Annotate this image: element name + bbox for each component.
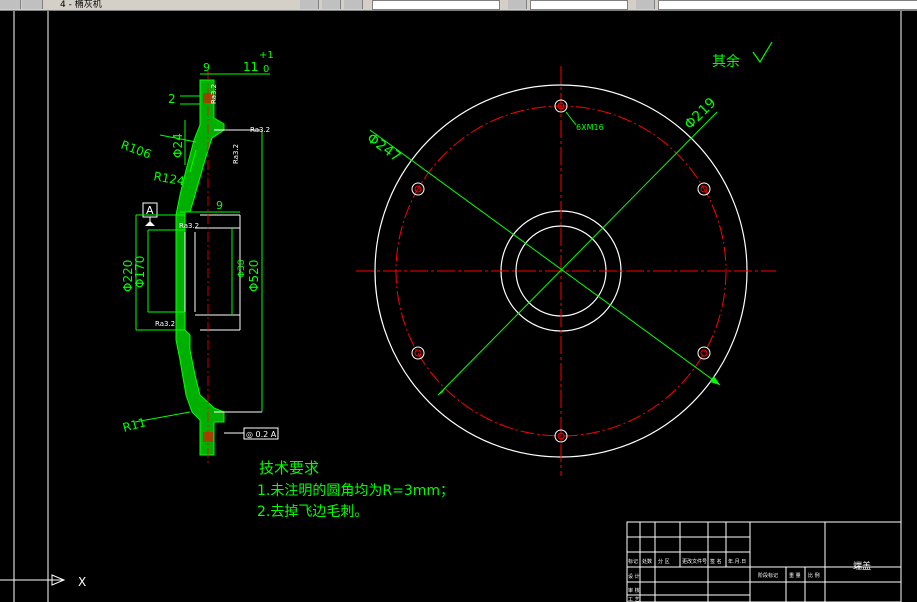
ucs-icon: X [0, 574, 86, 589]
dim-d170: Φ170 [133, 256, 147, 288]
save-icon[interactable] [0, 0, 21, 9]
tb-review: 审 核 [628, 587, 640, 594]
properties-icon[interactable] [322, 0, 341, 9]
drawing-canvas[interactable]: 9 11 +1 0 2 R106 R124 Φ24 A 9 Φ220 Φ170 … [0, 11, 917, 602]
layer-icon[interactable] [300, 0, 319, 9]
dim-web: 9 [216, 199, 223, 212]
toolbar: 4 - 椭灰机 [0, 0, 917, 11]
drawing-title: 4 - 椭灰机 [60, 0, 102, 10]
dim-holes: 6XM16 [576, 123, 604, 132]
tb-part-name: 端盖 [853, 560, 871, 572]
dim-d-small: Φ38 [237, 259, 247, 278]
dim-r11: R11 [121, 415, 147, 435]
front-view: Φ247 Φ219 6XM16 [356, 66, 776, 476]
dim-top-total: 11 [243, 60, 258, 74]
dim-r106: R106 [119, 138, 153, 162]
dim-r124: R124 [152, 169, 185, 188]
lineweight-icon[interactable] [636, 0, 655, 9]
dim-d247: Φ247 [364, 130, 404, 165]
linetype-dropdown[interactable] [530, 0, 628, 10]
dim-d219: Φ219 [682, 95, 720, 133]
tb-scale: 比 例 [808, 572, 820, 579]
layer-dropdown[interactable] [372, 0, 500, 10]
roughness-symbol-icon [752, 41, 773, 64]
plotstyle-dropdown[interactable] [658, 0, 917, 10]
tolerance-frame: ◎ 0.2 A [246, 430, 277, 439]
roughness-2: Ra3.2 [250, 126, 270, 134]
roughness-1: Ra3.2 [210, 84, 218, 104]
requirements-line1: 1.未注明的圆角均为R=3mm； [257, 483, 454, 499]
tb-mark: 标记 [628, 558, 638, 565]
dim-tol-upper: +1 [259, 50, 274, 61]
tb-date: 年.月.日 [728, 558, 746, 565]
ucs-x-label: X [78, 575, 86, 589]
rest-note: 其余 [712, 53, 740, 70]
dim-d24: Φ24 [171, 133, 185, 158]
requirements-title: 技术要求 [259, 459, 319, 477]
linetype-icon[interactable] [508, 0, 527, 9]
tb-stage: 阶段标记 [758, 572, 778, 579]
dim-top-width: 9 [203, 61, 210, 74]
roughness-5: Ra3.2 [179, 222, 199, 230]
tb-signature: 签 名 [710, 558, 722, 565]
tb-zone: 分 区 [658, 558, 670, 565]
tb-change-doc: 更改文件号 [682, 558, 707, 565]
requirements-line2: 2.去掉飞边毛刺。 [257, 504, 368, 520]
tb-process: 工 艺 [628, 597, 640, 602]
tb-count: 处数 [642, 558, 652, 565]
tb-weight: 重 量 [789, 572, 801, 579]
tb-design: 设 计 [628, 573, 640, 580]
cad-drawing: 9 11 +1 0 2 R106 R124 Φ24 A 9 Φ220 Φ170 … [0, 11, 902, 602]
undo-icon[interactable] [22, 0, 43, 9]
dim-small-offset: 2 [168, 92, 176, 106]
dim-tol-lower: 0 [263, 64, 269, 75]
roughness-3: Ra3.2 [232, 144, 240, 164]
section-view: 9 11 +1 0 2 R106 R124 Φ24 A 9 Φ220 Φ170 … [119, 50, 279, 465]
dim-d520: Φ520 [247, 260, 261, 292]
roughness-4: Ra3.2 [155, 320, 175, 328]
color-icon[interactable] [344, 0, 363, 9]
